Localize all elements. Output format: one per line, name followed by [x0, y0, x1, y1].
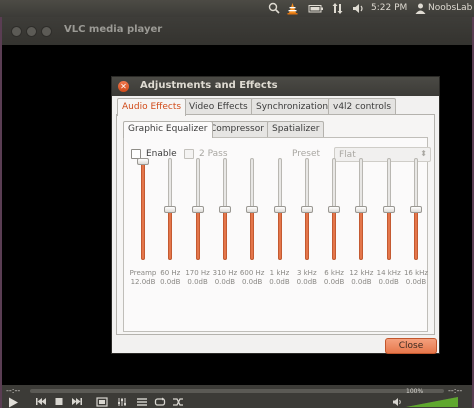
eq-slider-14-khz[interactable]: 14 kHz 0.0dB	[377, 138, 401, 328]
vlc-cone-icon[interactable]	[286, 2, 299, 15]
eq-slider-12-khz[interactable]: 12 kHz 0.0dB	[349, 138, 373, 328]
volume-icon[interactable]	[352, 2, 365, 15]
volume-slider[interactable]	[406, 397, 458, 407]
slider-fill	[414, 208, 418, 260]
play-button[interactable]	[6, 397, 20, 408]
tab-v4l2-controls[interactable]: v4l2 controls	[328, 98, 397, 115]
playlist-icon[interactable]	[135, 397, 149, 408]
dialog-close-icon[interactable]: ✕	[118, 81, 129, 92]
slider-fill	[195, 208, 200, 260]
window-close-button[interactable]	[11, 26, 22, 37]
slider-handle[interactable]	[191, 205, 204, 213]
eq-slider-preamp[interactable]: Preamp 12.0dB	[130, 138, 156, 328]
eq-slider-1-khz[interactable]: 1 kHz 0.0dB	[269, 138, 290, 328]
slider-fill	[250, 208, 255, 260]
slider-fill	[141, 161, 145, 260]
speaker-icon[interactable]	[391, 397, 403, 408]
tab-synchronization[interactable]: Synchronization	[251, 98, 334, 115]
slider-fill	[277, 208, 282, 260]
volume-percent: 100%	[406, 388, 424, 395]
previous-icon[interactable]	[34, 397, 48, 408]
slider-fill	[386, 208, 391, 260]
slider-handle[interactable]	[273, 205, 286, 213]
controls-row: 100%	[2, 388, 472, 408]
eq-slider-170-hz[interactable]: 170 Hz 0.0dB	[185, 138, 210, 328]
slider-fill	[359, 208, 364, 260]
slider-fill	[332, 208, 337, 260]
subtab-compressor[interactable]: Compressor	[205, 121, 269, 137]
stop-icon[interactable]	[52, 397, 66, 408]
slider-handle[interactable]	[164, 205, 177, 213]
dialog-titlebar[interactable]: ✕ Adjustments and Effects	[112, 77, 439, 96]
dropbox-icon[interactable]	[268, 2, 281, 15]
eq-slider-600-hz[interactable]: 600 Hz 0.0dB	[240, 138, 264, 328]
tab-audio-effects[interactable]: Audio Effects	[117, 98, 187, 116]
shuffle-icon[interactable]	[171, 397, 185, 408]
fullscreen-icon[interactable]	[95, 397, 109, 408]
seek-row: --:-- --:--	[2, 385, 472, 397]
tab-video-effects[interactable]: Video Effects	[184, 98, 253, 115]
user-name[interactable]: NoobsLab	[428, 0, 472, 17]
slider-fill	[304, 208, 309, 260]
window-maximize-button[interactable]	[41, 26, 52, 37]
eq-slider-16-khz[interactable]: 16 kHz 0.0dB	[404, 138, 428, 328]
vlc-window: VLC media player ✕ Adjustments and Effec…	[2, 17, 472, 408]
slider-fill	[168, 208, 173, 260]
network-icon[interactable]	[331, 2, 344, 15]
dialog-title: Adjustments and Effects	[140, 80, 278, 91]
slider-handle[interactable]	[218, 205, 231, 213]
slider-handle[interactable]	[137, 158, 149, 165]
window-minimize-button[interactable]	[26, 26, 37, 37]
slider-handle[interactable]	[410, 205, 422, 213]
elapsed-time[interactable]: --:--	[6, 385, 20, 397]
eq-slider-310-hz[interactable]: 310 Hz 0.0dB	[213, 138, 237, 328]
clock[interactable]: 5:22 PM	[371, 0, 407, 17]
adjustments-dialog: ✕ Adjustments and Effects Audio Effects …	[111, 76, 440, 354]
vlc-titlebar[interactable]: VLC media player	[2, 17, 472, 45]
total-time[interactable]: --:--	[448, 385, 462, 397]
slider-handle[interactable]	[300, 205, 313, 213]
audio-effects-panel: Graphic Equalizer Compressor Spatializer…	[116, 114, 435, 335]
slider-value-label: 0.0dB	[405, 278, 427, 286]
slider-band-label: 16 kHz	[403, 269, 429, 277]
battery-icon[interactable]	[308, 2, 324, 15]
top-panel: 5:22 PM NoobsLab	[0, 0, 474, 17]
slider-handle[interactable]	[382, 205, 395, 213]
eq-slider-60-hz[interactable]: 60 Hz 0.0dB	[160, 138, 180, 328]
equalizer-panel: Enable 2 Pass Preset Flat ⬍ Preamp 12.0dB…	[123, 137, 431, 332]
slider-handle[interactable]	[246, 205, 259, 213]
close-button[interactable]: Close	[385, 338, 437, 354]
slider-handle[interactable]	[328, 205, 341, 213]
next-icon[interactable]	[70, 397, 84, 408]
loop-icon[interactable]	[153, 397, 167, 408]
subtab-graphic-equalizer[interactable]: Graphic Equalizer	[123, 121, 213, 138]
eq-slider-3-khz[interactable]: 3 kHz 0.0dB	[297, 138, 317, 328]
slider-fill	[222, 208, 227, 260]
extended-settings-icon[interactable]	[115, 397, 129, 408]
slider-handle[interactable]	[355, 205, 368, 213]
seek-slider[interactable]	[30, 389, 444, 393]
user-icon	[414, 2, 427, 15]
window-title: VLC media player	[64, 24, 163, 35]
eq-slider-6-khz[interactable]: 6 kHz 0.0dB	[324, 138, 344, 328]
subtab-spatializer[interactable]: Spatializer	[267, 121, 325, 137]
